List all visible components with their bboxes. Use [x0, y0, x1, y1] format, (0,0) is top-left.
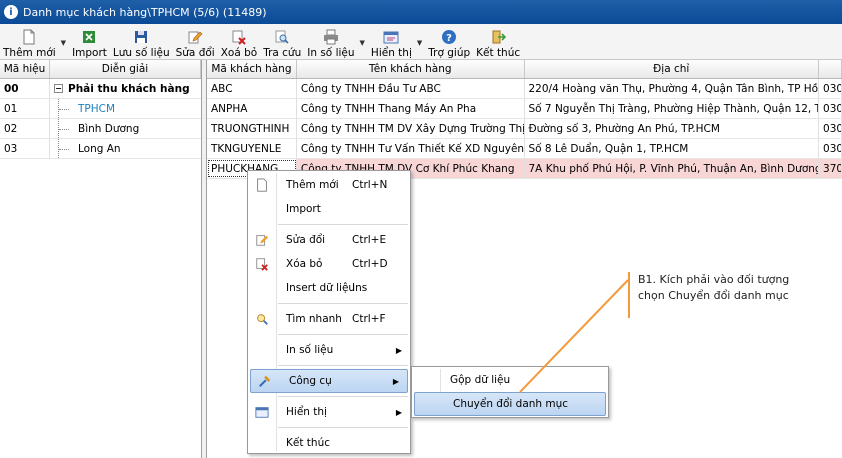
- annotation-arrow: [519, 279, 629, 393]
- annotation-line-2: chọn Chuyển đổi danh mục: [638, 289, 789, 302]
- annotation-line-1: B1. Kích phải vào đối tượng: [638, 273, 790, 286]
- annotation-note: B1. Kích phải vào đối tượng chọn Chuyển …: [628, 272, 828, 318]
